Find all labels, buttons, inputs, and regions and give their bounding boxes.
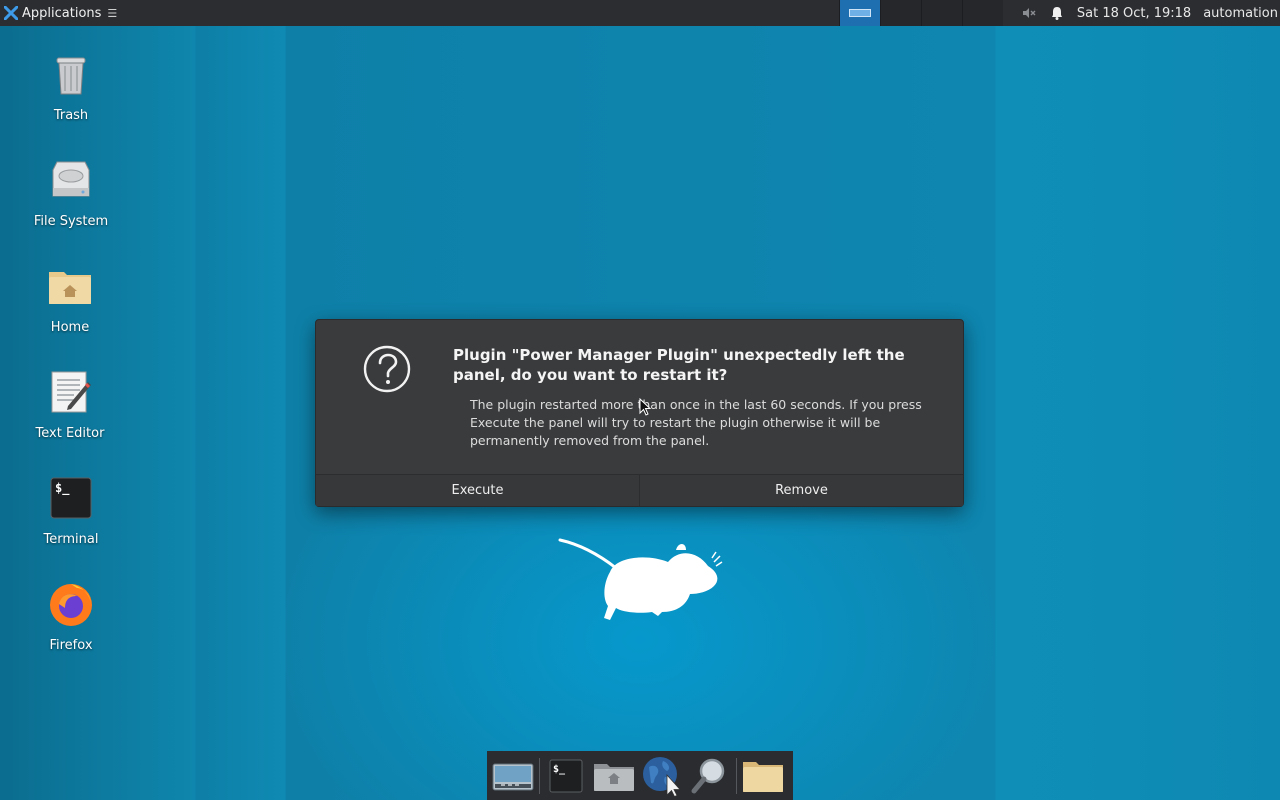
home-folder-icon (594, 763, 634, 791)
question-icon (363, 345, 411, 393)
dock-terminal[interactable]: $_ (542, 753, 590, 799)
desktop-icon-label: Text Editor (35, 426, 105, 441)
menu-glyph: ☰ (107, 6, 118, 20)
dock-separator (736, 757, 737, 794)
search-icon (691, 758, 725, 793)
desktop-icon-label: Terminal (43, 532, 99, 547)
desktop-icon-terminal[interactable]: $_ Terminal (21, 474, 121, 547)
desktop-icon-label: File System (33, 214, 109, 229)
dialog-message: The plugin restarted more than once in t… (470, 397, 922, 448)
clock[interactable]: Sat 18 Oct, 19:18 (1071, 6, 1197, 21)
remove-button[interactable]: Remove (639, 475, 963, 506)
user-menu[interactable]: automation (1197, 6, 1280, 21)
desktop-icon-label: Trash (53, 108, 89, 123)
desktop-icon-firefox[interactable]: Firefox (21, 580, 121, 653)
text-editor-icon (51, 371, 91, 413)
notifications-button[interactable] (1043, 0, 1071, 26)
volume-button[interactable] (1015, 0, 1043, 26)
desktop-icon-label: Firefox (49, 638, 93, 653)
dock-search[interactable] (686, 753, 734, 799)
applications-menu-button[interactable]: Applications ☰ (0, 0, 121, 26)
desktop-icon-file-system[interactable]: File System (21, 156, 121, 229)
execute-button[interactable]: Execute (316, 475, 639, 506)
show-desktop-icon (492, 763, 534, 790)
workspace-window-thumbnail (848, 9, 871, 17)
dock-web-browser[interactable] (638, 753, 686, 799)
top-panel: Applications ☰ Sat 18 Oct, 19:18 automat… (0, 0, 1280, 26)
desktop-icon-home[interactable]: Home (20, 262, 120, 335)
applications-label: Applications (22, 5, 102, 21)
web-browser-icon (643, 756, 681, 797)
dock-home-folder[interactable] (590, 753, 638, 799)
workspace-2[interactable] (879, 0, 921, 26)
home-folder-icon (49, 272, 91, 304)
dock-show-desktop[interactable] (489, 753, 537, 799)
desktop-icon-label: Home (50, 320, 90, 335)
dialog-button-row: Execute Remove (316, 474, 963, 506)
volume-muted-icon (1022, 8, 1036, 18)
svg-text:$_: $_ (553, 764, 566, 775)
bottom-dock: $_ (487, 751, 793, 800)
workspace-1[interactable] (838, 0, 880, 26)
dock-folder[interactable] (739, 753, 787, 799)
trash-icon (56, 57, 86, 95)
desktop-icon-text-editor[interactable]: Text Editor (20, 368, 120, 441)
firefox-icon (50, 584, 92, 626)
folder-icon (743, 761, 783, 792)
svg-text:$_: $_ (55, 481, 70, 496)
system-tray: Sat 18 Oct, 19:18 automation (1015, 0, 1280, 26)
terminal-icon: $_ (549, 759, 583, 792)
drive-icon (52, 161, 90, 197)
dock-separator (539, 757, 540, 794)
workspace-4[interactable] (961, 0, 1003, 26)
terminal-icon: $_ (50, 477, 92, 519)
workspace-3[interactable] (920, 0, 962, 26)
notification-bell-icon (1051, 7, 1062, 20)
desktop-icon-trash[interactable]: Trash (21, 50, 121, 123)
dialog-title: Plugin "Power Manager Plugin" unexpected… (453, 346, 905, 384)
xfce-mouse-logo (558, 538, 723, 620)
xfce-logo-icon (4, 6, 18, 20)
mouse-cursor-icon (639, 398, 651, 416)
